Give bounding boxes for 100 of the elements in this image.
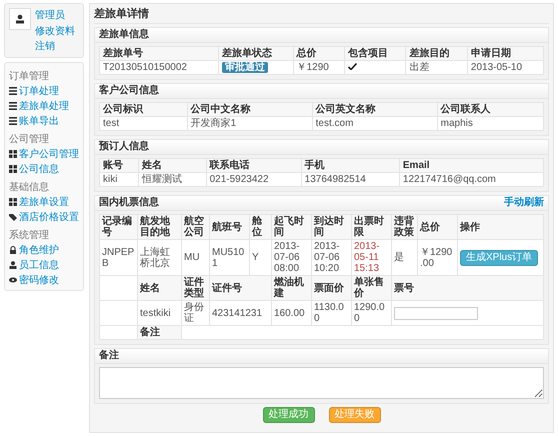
column-header: 公司英文名称 bbox=[312, 102, 438, 116]
table-cell: T20130510150002 bbox=[103, 62, 187, 73]
column-header: 差旅单号 bbox=[100, 46, 219, 60]
table-cell: 2013-05-10 bbox=[470, 62, 522, 73]
eye-icon bbox=[9, 276, 17, 284]
action-button[interactable]: 处理失败 bbox=[328, 407, 380, 423]
page-title: 差旅单详情 bbox=[94, 4, 549, 24]
column-header: 包含项目 bbox=[344, 46, 406, 60]
table-cell: 423141231 bbox=[212, 308, 262, 318]
sidebar-item[interactable]: 公司信息 bbox=[9, 162, 79, 176]
section-title: 国内机票信息 bbox=[99, 197, 159, 209]
table-cell: 1130.00 bbox=[314, 302, 344, 324]
table-cell: MU bbox=[184, 252, 200, 263]
column-header: 姓名 bbox=[138, 158, 206, 172]
account-link[interactable]: 修改资料 bbox=[35, 24, 75, 38]
column-header: 舱位 bbox=[250, 214, 272, 240]
sidebar-item[interactable]: 员工信息 bbox=[9, 258, 79, 272]
account-link[interactable]: 注销 bbox=[35, 39, 55, 53]
create-order-button[interactable]: 生成XPlus订单 bbox=[460, 250, 538, 266]
table-cell: test bbox=[103, 118, 120, 129]
column-header: 姓名 bbox=[138, 276, 182, 300]
section-title: 客户公司信息 bbox=[95, 84, 548, 99]
sidebar-item[interactable]: 酒店价格设置 bbox=[9, 210, 79, 224]
column-header: 单张售价 bbox=[352, 276, 392, 300]
sidebar-item[interactable]: 差旅单设置 bbox=[9, 195, 79, 209]
grid-icon bbox=[9, 198, 17, 206]
column-header: 证件号 bbox=[210, 276, 272, 300]
user-icon bbox=[15, 14, 25, 24]
sidebar-item[interactable]: 订单处理 bbox=[9, 84, 79, 98]
table-cell: Y bbox=[252, 252, 259, 263]
menu-group-title: 公司管理 bbox=[9, 133, 50, 146]
column-header: 申请日期 bbox=[467, 46, 544, 60]
grid-icon bbox=[9, 165, 17, 173]
column-header: 航发地目的地 bbox=[138, 214, 182, 240]
table-cell: 2013-07-06 10:20 bbox=[314, 241, 340, 274]
table-cell: 122174716@qq.com bbox=[402, 174, 496, 185]
table-cell: JNPEPB bbox=[102, 246, 134, 268]
table-cell: 021-5923422 bbox=[210, 174, 269, 185]
table-cell: kiki bbox=[103, 174, 118, 185]
list-icon bbox=[9, 117, 17, 125]
table-cell: 是 bbox=[394, 252, 404, 263]
action-button[interactable]: 处理成功 bbox=[262, 407, 314, 423]
grid-icon bbox=[9, 150, 17, 158]
table-cell: 恒耀测试 bbox=[142, 174, 182, 185]
sidebar-item[interactable]: 密码修改 bbox=[9, 273, 79, 287]
section-title: 预订人信息 bbox=[95, 140, 548, 155]
table-cell: 身份证 bbox=[184, 302, 204, 324]
table-cell: 开发商家1 bbox=[190, 118, 236, 129]
ticket-number-field[interactable] bbox=[394, 306, 478, 320]
column-header: 手机 bbox=[301, 158, 400, 172]
column-header: 航班号 bbox=[210, 214, 250, 240]
column-header: 违背政策 bbox=[392, 214, 418, 240]
column-header: 差旅单状态 bbox=[218, 46, 294, 60]
column-header: 航空公司 bbox=[182, 214, 210, 240]
menu-group-title: 系统管理 bbox=[9, 228, 50, 242]
row-label: 备注 bbox=[138, 326, 182, 340]
column-header: 起飞时间 bbox=[272, 214, 312, 240]
table-cell: maphis bbox=[440, 118, 473, 129]
remarks-field[interactable] bbox=[99, 367, 544, 399]
column-header: 总价 bbox=[293, 46, 344, 60]
table-cell: 上海虹桥北京 bbox=[140, 246, 170, 268]
table-cell: ￥1290.00 bbox=[420, 246, 452, 268]
table-cell: 1290.00 bbox=[354, 302, 385, 324]
column-header: 总价 bbox=[418, 214, 458, 240]
table-cell: testkiki bbox=[140, 308, 171, 318]
table-cell: 160.00 bbox=[274, 308, 305, 318]
table-cell: test.com bbox=[316, 118, 354, 129]
column-header: 到达时间 bbox=[312, 214, 352, 240]
column-header: 燃油机建 bbox=[272, 276, 312, 300]
sidebar-item[interactable]: 客户公司管理 bbox=[9, 147, 79, 161]
column-header: 出票时限 bbox=[352, 214, 392, 240]
column-header: 账号 bbox=[100, 158, 138, 172]
column-header: 证件类型 bbox=[182, 276, 210, 300]
sidebar-item[interactable]: 差旅单处理 bbox=[9, 99, 79, 113]
menu-group-title: 基础信息 bbox=[9, 180, 50, 194]
column-header: 联系电话 bbox=[206, 158, 302, 172]
user-icon bbox=[9, 261, 17, 269]
deadline-cell: 2013-05-11 15:13 bbox=[354, 241, 380, 274]
username-link[interactable]: 管理员 bbox=[35, 8, 79, 22]
refresh-link[interactable]: 手动刷新 bbox=[504, 197, 544, 209]
table-cell: 出差 bbox=[409, 62, 430, 73]
column-header: 差旅目的 bbox=[406, 46, 468, 60]
sidebar-item[interactable]: 角色维护 bbox=[9, 243, 79, 257]
column-header: 票面价 bbox=[312, 276, 352, 300]
sidebar-item[interactable]: 账单导出 bbox=[9, 114, 79, 128]
table-cell: ￥1290 bbox=[296, 62, 329, 73]
column-header: 公司联系人 bbox=[437, 102, 544, 116]
table-cell: 2013-07-06 08:00 bbox=[274, 241, 300, 274]
column-header: Email bbox=[399, 158, 544, 172]
column-header: 操作 bbox=[458, 214, 544, 240]
list-icon bbox=[9, 102, 17, 110]
table-cell: MU5101 bbox=[212, 246, 244, 268]
column-header: 票号 bbox=[392, 276, 544, 300]
tag-icon bbox=[9, 213, 17, 221]
column-header: 记录编号 bbox=[100, 214, 138, 240]
list-icon bbox=[9, 87, 17, 95]
section-title: 备注 bbox=[95, 349, 548, 364]
section-title: 差旅单信息 bbox=[95, 28, 548, 43]
menu-group-title: 订单管理 bbox=[9, 70, 50, 83]
status-badge: 审批通过 bbox=[222, 62, 268, 73]
